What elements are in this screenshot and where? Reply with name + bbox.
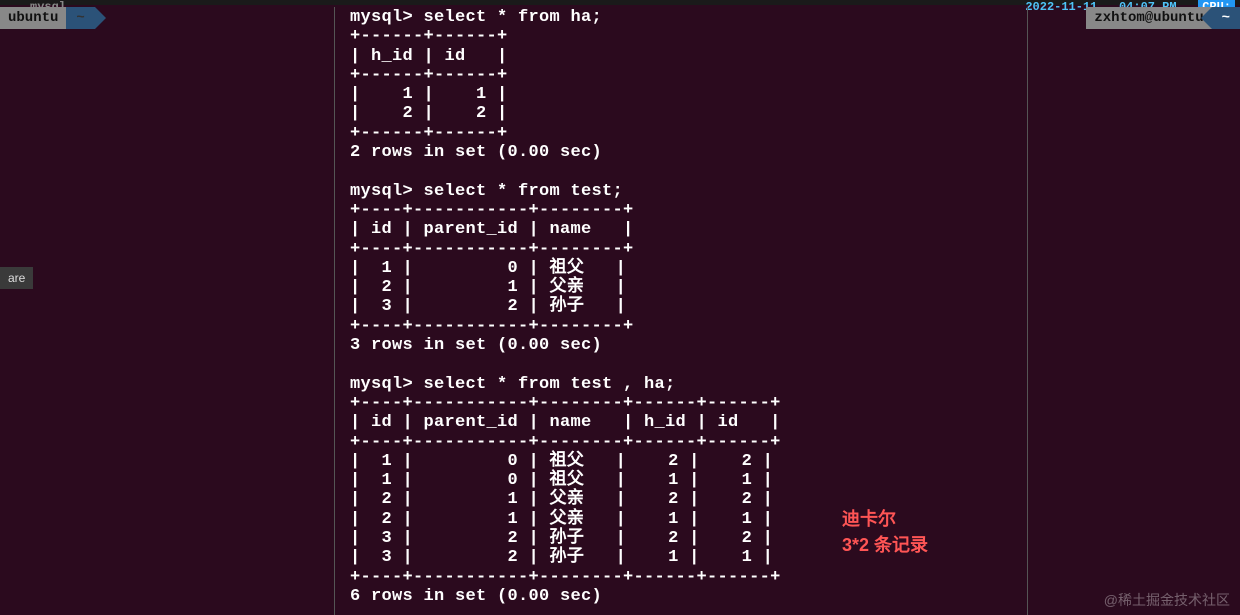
watermark: @稀土掘金技术社区	[1104, 590, 1230, 610]
table-border: +----+-----------+--------+------+------…	[350, 394, 781, 413]
table-row: | 1 | 0 | 祖父 | 2 | 2 |	[350, 452, 773, 471]
table-border: +----+-----------+--------+	[350, 201, 634, 220]
annotation-line-1: 迪卡尔	[842, 506, 928, 532]
table-border: +----+-----------+--------+------+------…	[350, 568, 781, 587]
status-user: zxhtom@ubuntu	[1086, 7, 1211, 29]
table-row: | 2 | 2 |	[350, 104, 508, 123]
share-button[interactable]: are	[0, 267, 33, 289]
table-row: | 1 | 0 | 祖父 | 1 | 1 |	[350, 471, 773, 490]
table-border: +------+------+	[350, 124, 508, 143]
table-header: | h_id | id |	[350, 47, 508, 66]
status-right: zxhtom@ubuntu ~	[1086, 7, 1240, 29]
table-row: | 3 | 2 | 孙子 | 1 | 1 |	[350, 548, 773, 567]
result-summary: 3 rows in set (0.00 sec)	[350, 336, 602, 355]
table-row: | 3 | 2 | 孙子 | 2 | 2 |	[350, 529, 773, 548]
table-border: +----+-----------+--------+------+------…	[350, 433, 781, 452]
table-row: | 2 | 1 | 父亲 | 2 | 2 |	[350, 490, 773, 509]
status-host: ubuntu	[0, 7, 66, 29]
status-right-path: ~	[1212, 7, 1240, 29]
table-row: | 2 | 1 | 父亲 |	[350, 278, 626, 297]
table-row: | 3 | 2 | 孙子 |	[350, 297, 626, 316]
table-border: +------+------+	[350, 27, 508, 46]
terminal-output[interactable]: mysql> select * from ha; +------+------+…	[350, 8, 781, 606]
annotation-line-2: 3*2 条记录	[842, 532, 928, 558]
table-border: +----+-----------+--------+	[350, 317, 634, 336]
table-border: +----+-----------+--------+	[350, 240, 634, 259]
table-border: +------+------+	[350, 66, 508, 85]
status-left: ubuntu ~	[0, 7, 95, 29]
query-3: mysql> select * from test , ha;	[350, 375, 676, 394]
result-summary: 2 rows in set (0.00 sec)	[350, 143, 602, 162]
query-2: mysql> select * from test;	[350, 182, 623, 201]
table-header: | id | parent_id | name | h_id | id |	[350, 413, 781, 432]
status-path: ~	[66, 7, 94, 29]
pane-divider-right[interactable]	[1027, 7, 1028, 615]
result-summary: 6 rows in set (0.00 sec)	[350, 587, 602, 606]
table-row: | 1 | 1 |	[350, 85, 508, 104]
annotation-text: 迪卡尔 3*2 条记录	[842, 506, 928, 558]
query-1: mysql> select * from ha;	[350, 8, 602, 27]
pane-divider-left[interactable]	[334, 7, 335, 615]
table-header: | id | parent_id | name |	[350, 220, 634, 239]
table-row: | 1 | 0 | 祖父 |	[350, 259, 626, 278]
table-row: | 2 | 1 | 父亲 | 1 | 1 |	[350, 510, 773, 529]
